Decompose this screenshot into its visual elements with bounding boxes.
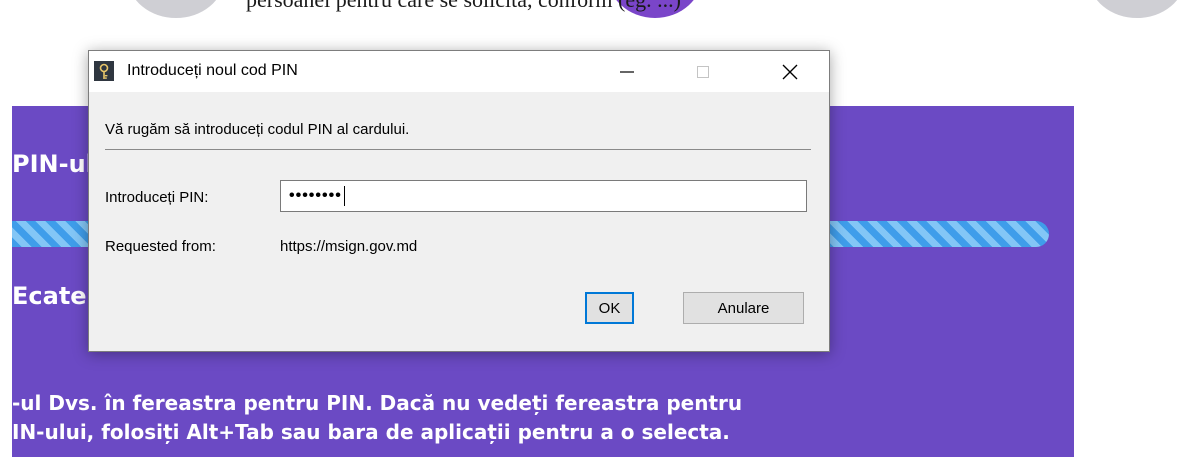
signature-key-icon <box>94 61 114 81</box>
pin-input[interactable]: •••••••• <box>280 180 807 212</box>
panel-message-line: IN-ului, folosiți Alt+Tab sau bara de ap… <box>12 420 730 444</box>
cancel-button[interactable]: Anulare <box>683 292 804 324</box>
panel-heading: PIN-ul <box>12 150 94 178</box>
maximize-icon <box>697 65 709 78</box>
requested-from-url: https://msign.gov.md <box>280 238 418 255</box>
close-icon <box>782 64 798 79</box>
minimize-icon <box>620 70 634 73</box>
requested-from-label: Requested from: <box>105 238 216 255</box>
pin-label: Introduceți PIN: <box>105 189 209 206</box>
close-button[interactable] <box>767 51 813 92</box>
dialog-titlebar[interactable]: Introduceți noul cod PIN <box>89 51 829 92</box>
text-caret <box>343 186 345 206</box>
pin-dialog: Introduceți noul cod PIN Vă rugăm să int… <box>88 50 830 352</box>
divider <box>105 149 811 150</box>
decorative-circle <box>1089 0 1184 18</box>
instruction-text: Vă rugăm să introduceți codul PIN al car… <box>105 121 410 138</box>
panel-message: -ul Dvs. în fereastra pentru PIN. Dacă n… <box>12 389 742 447</box>
ok-button[interactable]: OK <box>585 292 634 324</box>
panel-message-line: -ul Dvs. în fereastra pentru PIN. Dacă n… <box>12 391 743 415</box>
decorative-circle <box>128 0 224 18</box>
pin-masked-value: •••••••• <box>289 187 342 204</box>
maximize-button[interactable] <box>680 51 726 92</box>
page-top-text: persoanei pentru care se solicită, confo… <box>246 0 681 13</box>
minimize-button[interactable] <box>604 51 650 92</box>
dialog-title: Introduceți noul cod PIN <box>127 62 298 79</box>
